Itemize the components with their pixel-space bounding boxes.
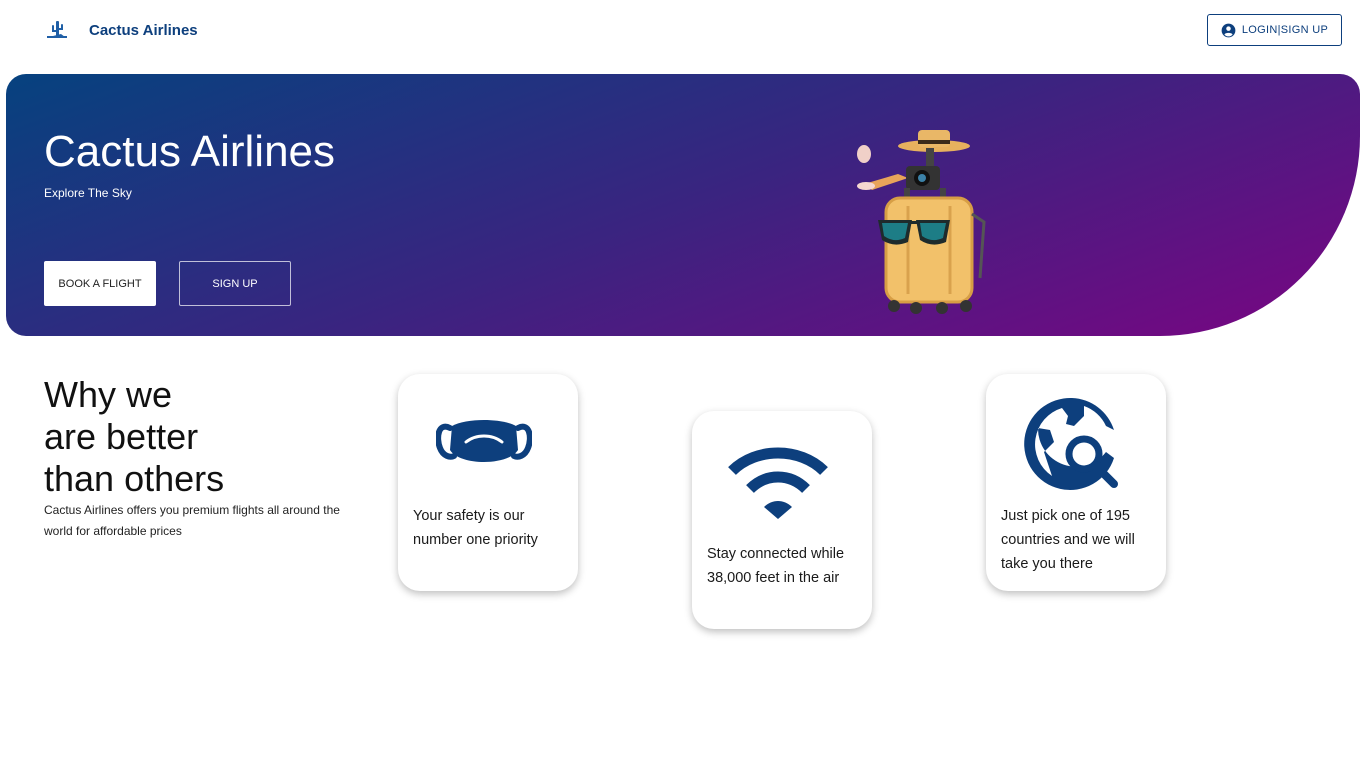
feature-card-wifi: Stay connected while 38,000 feet in the … (692, 411, 872, 629)
hero-banner: Cactus Airlines Explore The Sky BOOK A F… (6, 74, 1360, 336)
hero-subtitle: Explore The Sky (44, 186, 132, 200)
feature-text-line: number one priority (413, 532, 538, 548)
cactus-logo-icon (47, 21, 67, 38)
suitcase-traveler-image (857, 130, 986, 314)
login-signup-button[interactable]: LOGIN|SIGN UP (1207, 14, 1342, 46)
brand-name: Cactus Airlines (89, 21, 198, 39)
feature-text-line: countries and we will (1001, 532, 1135, 548)
book-flight-button[interactable]: BOOK A FLIGHT (44, 261, 156, 306)
brand-link[interactable]: Cactus Airlines (44, 17, 198, 43)
why-title-line: than others (44, 458, 225, 499)
wifi-icon (728, 447, 828, 519)
why-description: Cactus Airlines offers you premium fligh… (44, 503, 340, 538)
login-signup-label: LOGIN|SIGN UP (1241, 24, 1329, 36)
top-bar: Cactus Airlines LOGIN|SIGN UP (0, 0, 1366, 60)
feature-text: Stay connected while 38,000 feet in the … (707, 542, 862, 590)
mask-icon (436, 420, 532, 462)
feature-text-line: Stay connected while (707, 546, 845, 562)
why-title-line: are better (44, 416, 199, 457)
feature-text-line: 38,000 feet in the air (707, 570, 840, 586)
globe-search-icon (1024, 397, 1118, 490)
why-title-line: Why we (44, 374, 173, 415)
signup-button[interactable]: SIGN UP (179, 261, 291, 306)
feature-text-line: take you there (1001, 556, 1093, 572)
feature-text: Your safety is our number one priority (413, 504, 568, 552)
feature-text-line: Your safety is our (413, 508, 525, 524)
hero-title: Cactus Airlines (44, 127, 336, 176)
why-title: Why we are better than others (44, 374, 304, 500)
feature-text-line: Just pick one of 195 (1001, 508, 1130, 524)
account-circle-icon (1221, 23, 1236, 37)
feature-text: Just pick one of 195 countries and we wi… (1001, 504, 1156, 576)
feature-card-countries: Just pick one of 195 countries and we wi… (986, 374, 1166, 591)
feature-card-safety: Your safety is our number one priority (398, 374, 578, 591)
